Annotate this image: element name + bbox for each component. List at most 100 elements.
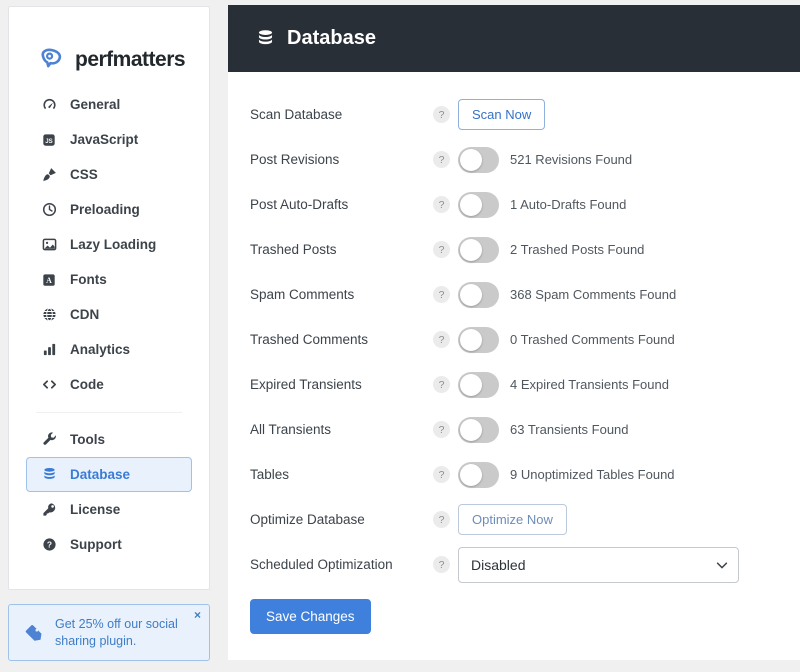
sidebar-item-cdn[interactable]: CDN (26, 297, 192, 332)
sidebar-item-preloading[interactable]: Preloading (26, 192, 192, 227)
setting-row-scheduled-optimization: Scheduled Optimization ? Disabled (250, 542, 800, 587)
help-icon[interactable]: ? (433, 196, 450, 213)
sidebar-item-label: Lazy Loading (70, 237, 157, 252)
sidebar-item-analytics[interactable]: Analytics (26, 332, 192, 367)
scheduled-optimization-select[interactable]: Disabled (458, 546, 739, 583)
setting-label: Trashed Posts (250, 242, 337, 257)
help-icon[interactable]: ? (433, 241, 450, 258)
svg-text:?: ? (46, 540, 51, 550)
help-icon[interactable]: ? (433, 511, 450, 528)
tag-icon (24, 623, 44, 643)
toggle-status: 1 Auto-Drafts Found (510, 197, 627, 212)
toggle-status: 368 Spam Comments Found (510, 287, 677, 302)
svg-text:A: A (46, 276, 52, 285)
sidebar-item-label: General (70, 97, 121, 112)
toggle-status: 63 Transients Found (510, 422, 629, 437)
sidebar-item-label: Analytics (70, 342, 131, 357)
all-transients-toggle[interactable] (458, 416, 499, 443)
sidebar-item-support[interactable]: ? Support (26, 527, 192, 562)
brand: perfmatters (9, 7, 209, 87)
help-icon[interactable]: ? (433, 331, 450, 348)
brand-name: perfmatters (75, 47, 186, 71)
tables-toggle[interactable] (458, 461, 499, 488)
toggle-status: 9 Unoptimized Tables Found (510, 467, 675, 482)
setting-label: Spam Comments (250, 287, 355, 302)
toggle-status: 4 Expired Transients Found (510, 377, 669, 392)
sidebar-item-lazy-loading[interactable]: Lazy Loading (26, 227, 192, 262)
sidebar-item-database[interactable]: Database (26, 457, 192, 492)
javascript-icon: JS (41, 132, 57, 148)
setting-row-trashed-comments: Trashed Comments ? 0 Trashed Comments Fo… (250, 317, 800, 362)
sidebar-item-label: Tools (70, 432, 105, 447)
code-icon (41, 377, 57, 393)
setting-label: Expired Transients (250, 377, 362, 392)
toggle-status: 521 Revisions Found (510, 152, 633, 167)
sidebar-item-label: Preloading (70, 202, 140, 217)
setting-row-all-transients: All Transients ? 63 Transients Found (250, 407, 800, 452)
setting-label: Scan Database (250, 107, 343, 122)
trashed-posts-toggle[interactable] (458, 236, 499, 263)
main-panel: Database Scan Database ? Scan Now Post R… (228, 5, 800, 660)
help-icon[interactable]: ? (433, 421, 450, 438)
bar-chart-icon (41, 342, 57, 358)
promo-text: Get 25% off our social sharing plugin. (55, 616, 178, 648)
sidebar-item-label: Support (70, 537, 122, 552)
key-icon (41, 502, 57, 518)
post-auto-drafts-toggle[interactable] (458, 191, 499, 218)
settings-form: Scan Database ? Scan Now Post Revisions … (228, 72, 800, 587)
help-icon[interactable]: ? (433, 106, 450, 123)
save-changes-button[interactable]: Save Changes (250, 599, 371, 634)
spam-comments-toggle[interactable] (458, 281, 499, 308)
optimize-now-button[interactable]: Optimize Now (458, 504, 567, 535)
setting-label: Scheduled Optimization (250, 557, 393, 572)
scan-now-button[interactable]: Scan Now (458, 99, 546, 130)
setting-row-scan-database: Scan Database ? Scan Now (250, 92, 800, 137)
trashed-comments-toggle[interactable] (458, 326, 499, 353)
sidebar-divider (36, 412, 182, 413)
setting-row-tables: Tables ? 9 Unoptimized Tables Found (250, 452, 800, 497)
brush-icon (41, 167, 57, 183)
help-icon[interactable]: ? (433, 151, 450, 168)
setting-label: Trashed Comments (250, 332, 369, 347)
sidebar-item-tools[interactable]: Tools (26, 422, 192, 457)
toggle-status: 2 Trashed Posts Found (510, 242, 645, 257)
setting-label: All Transients (250, 422, 332, 437)
sidebar-item-label: JavaScript (70, 132, 139, 147)
toggle-status: 0 Trashed Comments Found (510, 332, 675, 347)
sidebar-item-fonts[interactable]: A Fonts (26, 262, 192, 297)
sidebar-item-code[interactable]: Code (26, 367, 192, 402)
page-header: Database (228, 5, 800, 72)
setting-row-post-revisions: Post Revisions ? 521 Revisions Found (250, 137, 800, 182)
setting-label: Post Revisions (250, 152, 340, 167)
sidebar-item-label: Database (70, 467, 131, 482)
setting-label: Post Auto-Drafts (250, 197, 349, 212)
help-icon[interactable]: ? (433, 286, 450, 303)
font-icon: A (41, 272, 57, 288)
help-icon[interactable]: ? (433, 466, 450, 483)
page-title: Database (287, 27, 376, 49)
question-circle-icon: ? (41, 537, 57, 553)
help-icon[interactable]: ? (433, 556, 450, 573)
database-icon (256, 29, 275, 48)
close-icon[interactable]: × (194, 608, 201, 622)
wrench-icon (41, 432, 57, 448)
scheduled-optimization-dropdown[interactable]: Disabled (458, 546, 739, 583)
sidebar-item-label: Fonts (70, 272, 107, 287)
perfmatters-logo-icon (36, 46, 66, 73)
sidebar-item-css[interactable]: CSS (26, 157, 192, 192)
sidebar-item-label: Code (70, 377, 104, 392)
sidebar-item-license[interactable]: License (26, 492, 192, 527)
sidebar-item-javascript[interactable]: JS JavaScript (26, 122, 192, 157)
sidebar-item-label: License (70, 502, 121, 517)
post-revisions-toggle[interactable] (458, 146, 499, 173)
setting-row-trashed-posts: Trashed Posts ? 2 Trashed Posts Found (250, 227, 800, 272)
help-icon[interactable]: ? (433, 376, 450, 393)
image-icon (41, 237, 57, 253)
setting-row-spam-comments: Spam Comments ? 368 Spam Comments Found (250, 272, 800, 317)
sidebar-item-general[interactable]: General (26, 87, 192, 122)
promo-banner: Get 25% off our social sharing plugin. × (8, 604, 210, 661)
setting-row-expired-transients: Expired Transients ? 4 Expired Transient… (250, 362, 800, 407)
expired-transients-toggle[interactable] (458, 371, 499, 398)
globe-icon (41, 307, 57, 323)
sidebar-item-label: CSS (70, 167, 98, 182)
